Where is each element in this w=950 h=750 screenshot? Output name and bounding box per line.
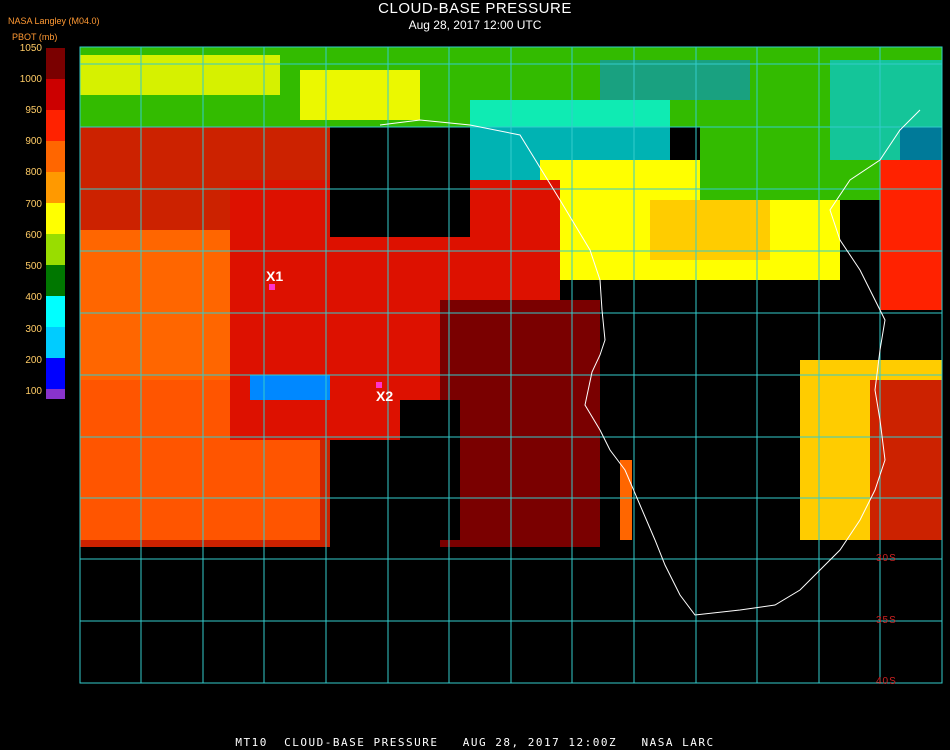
legend-label: 800 — [25, 167, 42, 178]
lat-label: 30S — [876, 553, 897, 564]
legend-swatch — [46, 358, 65, 389]
marker-label: X1 — [266, 268, 284, 284]
lat-label: 40S — [876, 676, 897, 687]
legend-swatch — [46, 234, 65, 265]
param-label: PBOT (mb) — [12, 32, 58, 42]
legend-swatch — [46, 110, 65, 141]
legend-swatch — [46, 296, 65, 327]
legend-label: 500 — [25, 261, 42, 272]
legend-label: 100 — [25, 386, 42, 397]
footer-caption: MT10 CLOUD-BASE PRESSURE AUG 28, 2017 12… — [235, 736, 715, 749]
legend-label: 950 — [25, 105, 42, 116]
legend-swatch — [46, 389, 65, 399]
satellite-map — [79, 46, 943, 684]
marker-label: X2 — [376, 388, 394, 404]
marker-dot — [269, 284, 275, 290]
legend-swatch — [46, 141, 65, 172]
legend-swatch — [46, 48, 65, 79]
legend-label: 400 — [25, 292, 42, 303]
lat-label: 35S — [876, 615, 897, 626]
page-subtitle: Aug 28, 2017 12:00 UTC — [408, 18, 542, 32]
legend-swatch — [46, 172, 65, 203]
legend-label: 600 — [25, 230, 42, 241]
legend-label: 200 — [25, 355, 42, 366]
legend-label: 300 — [25, 324, 42, 335]
color-legend: 1050 1000 950 900 800 700 600 500 400 30… — [0, 43, 70, 406]
legend-swatch — [46, 265, 65, 296]
legend-swatch — [46, 327, 65, 358]
legend-label: 700 — [25, 199, 42, 210]
legend-swatch — [46, 203, 65, 234]
page-title: CLOUD-BASE PRESSURE — [378, 0, 572, 17]
legend-label: 900 — [25, 136, 42, 147]
legend-label: 1000 — [19, 74, 42, 85]
legend-label: 1050 — [19, 43, 42, 54]
legend-swatch — [46, 79, 65, 110]
org-label: NASA Langley (M04.0) — [8, 16, 100, 26]
